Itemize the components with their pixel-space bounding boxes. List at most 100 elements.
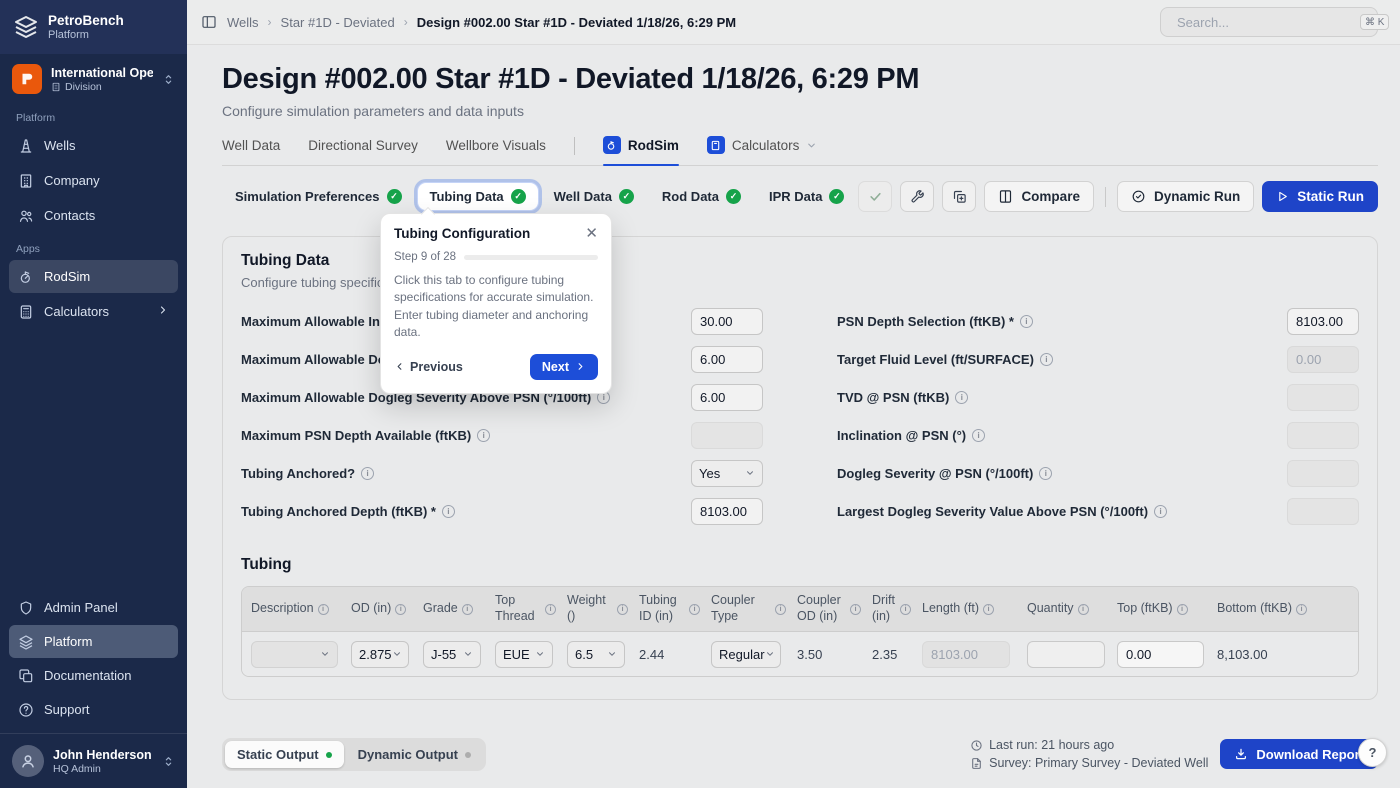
column-header: Gradei	[423, 601, 495, 617]
info-icon[interactable]: i	[900, 604, 911, 615]
column-header: Coupler OD (in)i	[797, 593, 872, 624]
tab-dynamic-output[interactable]: Dynamic Output	[346, 741, 483, 768]
weight-select[interactable]: 6.5	[567, 641, 625, 668]
grade-select[interactable]: J-55	[423, 641, 481, 668]
search-box[interactable]: ⌘ K	[1160, 7, 1378, 37]
next-button[interactable]: Next	[530, 354, 598, 380]
info-icon[interactable]: i	[1040, 353, 1053, 366]
info-icon[interactable]: i	[972, 429, 985, 442]
sidebar-toggle-icon[interactable]	[201, 14, 217, 30]
close-icon[interactable]: ✕	[585, 226, 598, 241]
info-icon[interactable]: i	[361, 467, 374, 480]
subtab-simulation-preferences[interactable]: Simulation Preferences✓	[222, 182, 415, 211]
info-icon[interactable]: i	[850, 604, 861, 615]
dynamic-run-button[interactable]: Dynamic Run	[1117, 181, 1254, 212]
tab-directional-survey[interactable]: Directional Survey	[308, 138, 418, 164]
section-label-apps: Apps	[16, 243, 171, 255]
od-select[interactable]: 2.875	[351, 641, 409, 668]
info-icon[interactable]: i	[775, 604, 786, 615]
info-icon[interactable]: i	[1078, 604, 1089, 615]
info-icon[interactable]: i	[395, 604, 406, 615]
info-icon[interactable]: i	[1154, 505, 1167, 518]
info-icon[interactable]: i	[689, 604, 700, 615]
target-fluid-level-input	[1287, 346, 1359, 373]
sidebar-item-documentation[interactable]: Documentation	[9, 659, 178, 692]
sidebar-item-company[interactable]: Company	[9, 164, 178, 197]
compare-button[interactable]: Compare	[984, 181, 1094, 212]
org-logo	[12, 64, 42, 94]
tab-wellbore-visuals[interactable]: Wellbore Visuals	[446, 138, 546, 164]
page-title: Design #002.00 Star #1D - Deviated 1/18/…	[222, 63, 1378, 96]
tab-calculators[interactable]: Calculators	[707, 136, 818, 165]
top-input[interactable]	[1117, 641, 1204, 668]
info-icon[interactable]: i	[955, 391, 968, 404]
info-icon[interactable]: i	[318, 604, 329, 615]
info-icon[interactable]: i	[442, 505, 455, 518]
chevron-left-icon	[394, 361, 405, 372]
static-run-button[interactable]: Static Run	[1262, 181, 1378, 212]
top-thread-select[interactable]: EUE	[495, 641, 553, 668]
validate-button[interactable]	[858, 181, 892, 212]
sidebar-item-calculators[interactable]: Calculators	[9, 295, 178, 328]
table-row: 2.875 J-55 EUE 6.5 2.44 Regular 3.50 2.3…	[242, 632, 1358, 676]
org-switcher[interactable]: International Operatio Division	[0, 54, 187, 102]
largest-dogleg-above-psn-input	[1287, 498, 1359, 525]
check-circle-icon: ✓	[726, 189, 741, 204]
previous-button[interactable]: Previous	[394, 360, 463, 374]
column-header: Top (ftKB)i	[1117, 601, 1217, 617]
edit-button[interactable]	[900, 181, 934, 212]
copy-plus-icon	[952, 189, 967, 204]
form-row: Largest Dogleg Severity Value Above PSN …	[837, 492, 1359, 530]
breadcrumb-wells[interactable]: Wells	[227, 15, 259, 30]
sidebar-item-admin-panel[interactable]: Admin Panel	[9, 591, 178, 624]
tab-rodsim[interactable]: RodSim	[603, 136, 679, 165]
psn-depth-selection-input[interactable]	[1287, 308, 1359, 335]
max-inclination-input[interactable]	[691, 308, 763, 335]
chevron-down-icon	[745, 468, 755, 478]
user-menu[interactable]: John Henderson HQ Admin	[0, 733, 187, 788]
subtab-well-data[interactable]: Well Data✓	[541, 182, 647, 211]
tubing-anchored-depth-input[interactable]	[691, 498, 763, 525]
run-info: Last run: 21 hours ago Survey: Primary S…	[970, 738, 1208, 770]
tab-static-output[interactable]: Static Output	[225, 741, 344, 768]
wrench-icon	[910, 189, 925, 204]
sidebar-item-rodsim[interactable]: RodSim	[9, 260, 178, 293]
info-icon[interactable]: i	[983, 604, 994, 615]
sidebar-item-wells[interactable]: Wells	[9, 129, 178, 162]
column-header: Quantityi	[1027, 601, 1117, 617]
tubing-anchored-select[interactable]: Yes	[691, 460, 763, 487]
info-icon[interactable]: i	[1177, 604, 1188, 615]
help-button[interactable]: ?	[1358, 738, 1387, 767]
subtab-tubing-data[interactable]: Tubing Data✓	[417, 182, 539, 211]
info-icon[interactable]: i	[545, 604, 556, 615]
inclination-at-psn-input	[1287, 422, 1359, 449]
sidebar-item-contacts[interactable]: Contacts	[9, 199, 178, 232]
sidebar-item-support[interactable]: Support	[9, 693, 178, 726]
subtab-rod-data[interactable]: Rod Data✓	[649, 182, 754, 211]
chevron-right-icon: ›	[404, 15, 408, 29]
field-label: Dogleg Severity @ PSN (°/100ft)i	[837, 466, 1052, 481]
info-icon[interactable]: i	[462, 604, 473, 615]
coupler-type-select[interactable]: Regular	[711, 641, 781, 668]
chevrons-up-down-icon	[162, 73, 175, 86]
user-role: HQ Admin	[53, 763, 153, 775]
max-dogleg-above-psn-input[interactable]	[691, 384, 763, 411]
download-report-button[interactable]: Download Report	[1220, 739, 1378, 769]
duplicate-button[interactable]	[942, 181, 976, 212]
info-icon[interactable]: i	[1039, 467, 1052, 480]
breadcrumb-well[interactable]: Star #1D - Deviated	[281, 15, 395, 30]
subtab-ipr-data[interactable]: IPR Data✓	[756, 182, 857, 211]
max-dogleg-input[interactable]	[691, 346, 763, 373]
info-icon[interactable]: i	[1296, 604, 1307, 615]
search-input[interactable]	[1177, 15, 1353, 30]
column-header: Tubing ID (in)i	[639, 593, 711, 624]
info-icon[interactable]: i	[1020, 315, 1033, 328]
sidebar-item-platform[interactable]: Platform	[9, 625, 178, 658]
quantity-input[interactable]	[1027, 641, 1105, 668]
info-icon[interactable]: i	[617, 604, 628, 615]
description-select[interactable]	[251, 641, 338, 668]
avatar	[12, 745, 44, 777]
tab-well-data[interactable]: Well Data	[222, 138, 280, 164]
max-psn-depth-input	[691, 422, 763, 449]
info-icon[interactable]: i	[477, 429, 490, 442]
